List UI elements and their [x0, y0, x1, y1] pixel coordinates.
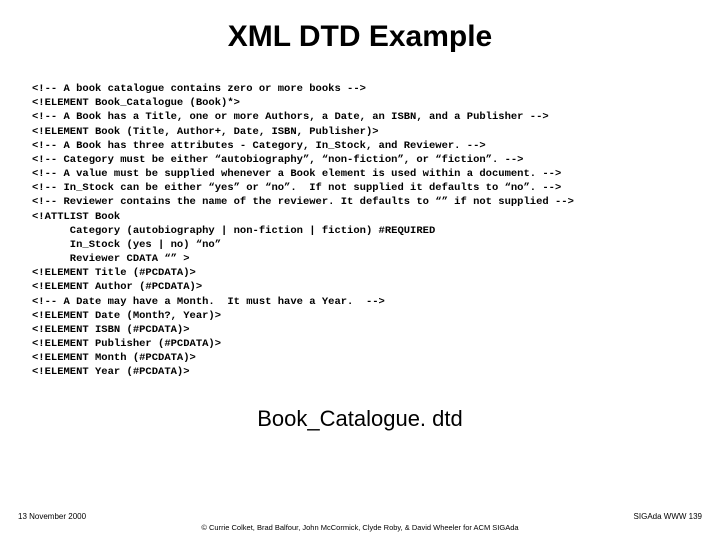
slide: XML DTD Example <!-- A book catalogue co… — [0, 0, 720, 540]
dtd-code-block: <!-- A book catalogue contains zero or m… — [32, 82, 690, 380]
footer: 13 November 2000 SIGAda WWW 139 © Currie… — [0, 512, 720, 532]
footer-row: 13 November 2000 SIGAda WWW 139 — [18, 512, 702, 521]
subtitle: Book_Catalogue. dtd — [30, 406, 690, 432]
page-title: XML DTD Example — [30, 20, 690, 54]
footer-credit: © Currie Colket, Brad Balfour, John McCo… — [18, 523, 702, 532]
footer-right: SIGAda WWW 139 — [634, 512, 702, 521]
footer-date: 13 November 2000 — [18, 512, 86, 521]
